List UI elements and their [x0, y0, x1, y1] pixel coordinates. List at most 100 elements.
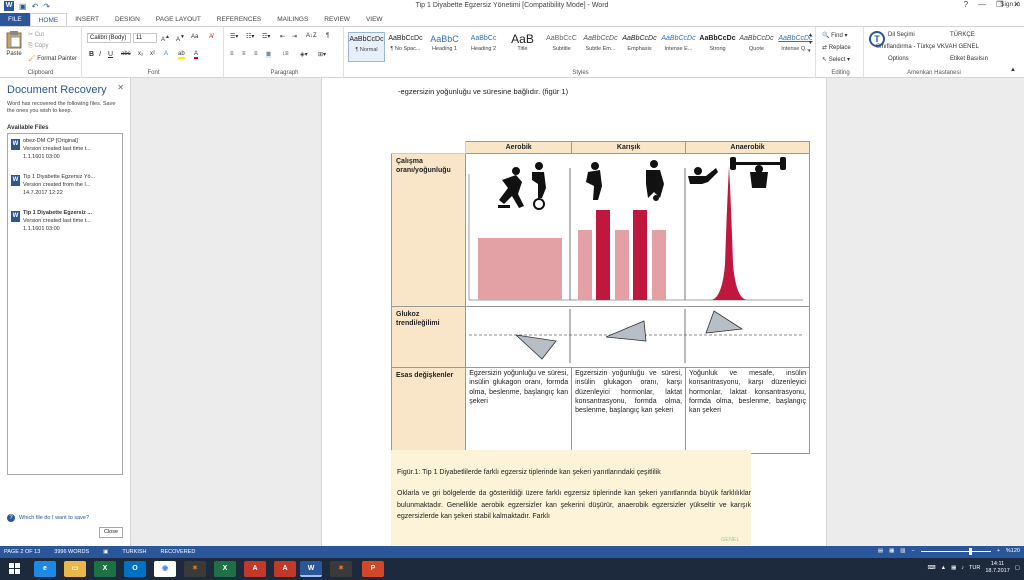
- style-heading-1[interactable]: AaBbC Heading 1: [426, 32, 463, 62]
- powerpoint-icon[interactable]: P: [362, 561, 384, 577]
- excel-icon[interactable]: X: [214, 561, 236, 577]
- tab-mailings[interactable]: MAILINGS: [269, 13, 316, 26]
- strikethrough-icon[interactable]: abc: [121, 51, 131, 57]
- select-button[interactable]: ↖ Select ▾: [822, 56, 850, 63]
- collapse-ribbon-icon[interactable]: ▲: [1010, 67, 1016, 73]
- replace-button[interactable]: ⇄ Replace: [822, 44, 851, 51]
- close-icon[interactable]: ✕: [117, 83, 124, 92]
- zoom-slider-handle[interactable]: [968, 547, 972, 555]
- zoom-in-icon[interactable]: +: [997, 548, 1000, 554]
- shading-icon[interactable]: ◈▾: [300, 51, 308, 58]
- zoom-slider[interactable]: [920, 547, 991, 555]
- tab-view[interactable]: VIEW: [358, 13, 391, 26]
- align-right-icon[interactable]: ≡: [254, 51, 258, 57]
- windows-start-icon[interactable]: [4, 561, 26, 577]
- word-count[interactable]: 3996 WORDS: [54, 549, 89, 555]
- justify-icon[interactable]: ≣: [266, 51, 272, 58]
- sort-icon[interactable]: A↓Z: [306, 33, 317, 39]
- bullets-icon[interactable]: ☰▾: [230, 33, 238, 40]
- style-intense-emphasis[interactable]: AaBbCcDc Intense E...: [660, 32, 697, 62]
- acrobat-icon[interactable]: A: [274, 561, 296, 577]
- etiket-button[interactable]: Etiket Basılsın: [950, 56, 988, 62]
- styles-scroll-icon[interactable]: ▲ ▼ ▾: [808, 31, 813, 55]
- style-normal[interactable]: AaBbCcDc ¶ Normal: [348, 32, 385, 62]
- notifications-icon[interactable]: ▢: [1015, 565, 1020, 571]
- pdf-icon[interactable]: A: [244, 561, 266, 577]
- tab-file[interactable]: FILE: [0, 13, 30, 26]
- paste-button[interactable]: Paste: [4, 31, 24, 57]
- cut-button[interactable]: ✂ Cut: [28, 31, 44, 38]
- tab-page-layout[interactable]: PAGE LAYOUT: [148, 13, 209, 26]
- style-emphasis[interactable]: AaBbCcDc Emphasis: [621, 32, 658, 62]
- style-subtitle[interactable]: AaBbCcC Subtitle: [543, 32, 580, 62]
- tray-arrow-icon[interactable]: ▲: [941, 565, 946, 571]
- find-button[interactable]: 🔍 Find ▾: [822, 32, 848, 39]
- style-title[interactable]: AaB Title: [504, 32, 541, 62]
- outlook-icon[interactable]: O: [124, 561, 146, 577]
- sign-in-link[interactable]: Sign in: [1000, 1, 1020, 8]
- copy-button[interactable]: ⎘ Copy: [28, 43, 48, 50]
- style-subtle-emphasis[interactable]: AaBbCcDc Subtle Em...: [582, 32, 619, 62]
- app-star-icon[interactable]: ✶: [184, 561, 206, 577]
- word-taskbar-icon[interactable]: W: [300, 561, 322, 577]
- recovery-close-button[interactable]: Close: [99, 527, 123, 538]
- style-heading-2[interactable]: AaBbCc Heading 2: [465, 32, 502, 62]
- recovery-help-link[interactable]: ? Which file do I want to save?: [7, 514, 89, 522]
- superscript-icon[interactable]: x²: [150, 51, 155, 57]
- dil-secimi-button[interactable]: Dil Seçimi: [888, 32, 915, 38]
- help-button[interactable]: ?: [964, 0, 968, 9]
- zoom-level[interactable]: %120: [1006, 548, 1020, 554]
- font-size-select[interactable]: 11: [133, 33, 157, 43]
- borders-icon[interactable]: ⊞▾: [318, 51, 326, 58]
- italic-button[interactable]: I: [99, 51, 101, 58]
- font-color-icon[interactable]: A: [194, 51, 199, 59]
- highlight-icon[interactable]: ab: [178, 51, 185, 59]
- grow-font-icon[interactable]: A▲: [161, 34, 170, 43]
- tab-references[interactable]: REFERENCES: [209, 13, 269, 26]
- file-explorer-icon[interactable]: ▭: [64, 561, 86, 577]
- numbering-icon[interactable]: ☷▾: [246, 33, 254, 40]
- keyboard-icon[interactable]: ⌨: [928, 565, 936, 571]
- multilevel-list-icon[interactable]: ☲▾: [262, 33, 270, 40]
- style-quote[interactable]: AaBbCcDc Quote: [738, 32, 775, 62]
- input-language[interactable]: TUR: [969, 565, 980, 571]
- ie-icon[interactable]: e: [34, 561, 56, 577]
- minimize-button[interactable]: —: [978, 0, 986, 9]
- siniflandirma-select[interactable]: Sınıflandırma - Türkçe VKVAH GENEL: [876, 44, 979, 50]
- align-center-icon[interactable]: ≡: [242, 51, 246, 57]
- volume-icon[interactable]: ♪: [961, 565, 964, 571]
- line-spacing-icon[interactable]: ↕≡: [282, 51, 289, 57]
- recovered-file-item[interactable]: W obez-DM CP [Original] Version created …: [11, 138, 121, 170]
- excel-app-icon[interactable]: X: [94, 561, 116, 577]
- recovered-file-item[interactable]: W Tip 1 Diyabette Egzersiz ... Version c…: [11, 210, 121, 242]
- clock[interactable]: 14:11 18.7.2017: [985, 561, 1009, 575]
- bold-button[interactable]: B: [89, 51, 94, 58]
- tab-design[interactable]: DESIGN: [107, 13, 148, 26]
- print-layout-icon[interactable]: ▦: [889, 548, 894, 554]
- align-left-icon[interactable]: ≡: [230, 51, 234, 57]
- web-layout-icon[interactable]: ▥: [900, 548, 905, 554]
- decrease-indent-icon[interactable]: ⇤: [280, 33, 285, 40]
- tab-review[interactable]: REVIEW: [316, 13, 358, 26]
- app-star-icon-2[interactable]: ✶: [330, 561, 352, 577]
- format-painter-button[interactable]: 🖌 Format Painter: [28, 55, 77, 62]
- font-name-select[interactable]: Calibri (Body): [87, 33, 131, 43]
- network-icon[interactable]: ▦: [951, 565, 956, 571]
- options-button[interactable]: Options: [888, 56, 909, 62]
- language-indicator[interactable]: TURKISH: [122, 549, 146, 555]
- chrome-icon[interactable]: ◉: [154, 561, 176, 577]
- text-effects-icon[interactable]: A: [164, 51, 168, 57]
- style-strong[interactable]: AaBbCcDc Strong: [699, 32, 736, 62]
- change-case-icon[interactable]: Aa: [191, 34, 198, 40]
- page-count[interactable]: PAGE 2 OF 13: [4, 549, 40, 555]
- increase-indent-icon[interactable]: ⇥: [292, 33, 297, 40]
- tab-home[interactable]: HOME: [29, 13, 68, 26]
- style-no-spacing[interactable]: AaBbCcDc ¶ No Spac...: [387, 32, 424, 62]
- tab-insert[interactable]: INSERT: [67, 13, 107, 26]
- read-mode-icon[interactable]: ▤: [878, 548, 883, 554]
- underline-button[interactable]: U: [108, 51, 113, 58]
- proofing-icon[interactable]: ▣: [103, 549, 108, 555]
- shrink-font-icon[interactable]: A▼: [176, 34, 185, 43]
- document-page[interactable]: -egzersizin yoğunluğu ve süresine bağlıd…: [321, 78, 827, 546]
- clear-formatting-icon[interactable]: A̸: [209, 34, 213, 40]
